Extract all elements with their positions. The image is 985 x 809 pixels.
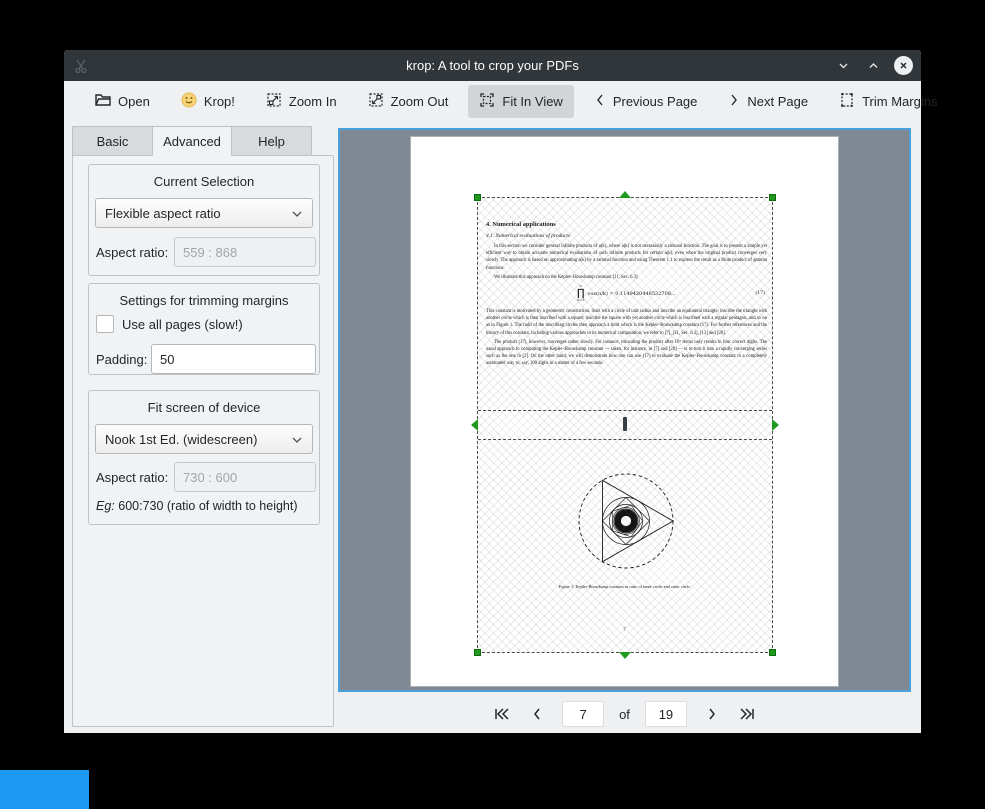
selection-handle-left[interactable] [471, 419, 478, 431]
current-selection-group: Current Selection Flexible aspect ratio … [88, 164, 320, 276]
trim-margins-icon [839, 92, 855, 111]
krop-label: Krop! [204, 94, 235, 109]
fit-in-view-icon [479, 92, 495, 111]
zoom-in-label: Zoom In [289, 94, 337, 109]
window-controls [834, 50, 913, 81]
chevron-right-icon [728, 93, 740, 110]
next-page-label: Next Page [747, 94, 808, 109]
selection-split-line[interactable] [478, 439, 772, 440]
app-window: krop: A tool to crop your PDFs [64, 50, 921, 733]
zoom-out-icon [368, 92, 384, 111]
krop-button[interactable]: Krop! [170, 85, 246, 118]
zoom-in-button[interactable]: Zoom In [255, 85, 348, 118]
crop-selection[interactable] [477, 197, 773, 653]
close-button close-icon[interactable] [894, 56, 913, 75]
selection-handle-top-right[interactable] [769, 194, 776, 201]
fit-in-view-label: Fit In View [502, 94, 562, 109]
dropdown-value: Nook 1st Ed. (widescreen) [105, 432, 257, 447]
current-page-input[interactable] [562, 701, 604, 727]
advanced-panel: Current Selection Flexible aspect ratio … [72, 155, 334, 727]
selection-handle-bottom[interactable] [619, 652, 631, 659]
trim-margins-label: Trim Margins [862, 94, 937, 109]
open-label: Open [118, 94, 150, 109]
of-label: of [619, 707, 630, 722]
device-dropdown[interactable]: Nook 1st Ed. (widescreen) [95, 424, 313, 454]
selection-handle-bottom-right[interactable] [769, 649, 776, 656]
open-button[interactable]: Open [84, 86, 161, 117]
taskbar-fragment[interactable] [0, 770, 89, 809]
selection-handle-top[interactable] [619, 191, 631, 198]
trim-settings-group: Settings for trimming margins Use all pa… [88, 283, 320, 375]
example-text: 600:730 (ratio of width to height) [115, 499, 298, 513]
trim-margins-button[interactable]: Trim Margins [828, 85, 948, 118]
previous-page-nav-button chevron-left-icon[interactable] [527, 703, 547, 725]
padding-label: Padding: [96, 352, 147, 367]
selection-split-line[interactable] [478, 410, 772, 411]
minimize-button chevron-down-icon[interactable] [834, 57, 852, 75]
group-title: Settings for trimming margins [89, 284, 319, 308]
zoom-in-icon [266, 92, 282, 111]
pdf-preview-area[interactable]: 4. Numerical applications 4.1. Numerical… [338, 128, 911, 692]
selection-center-handle[interactable] [623, 417, 627, 431]
fit-device-group: Fit screen of device Nook 1st Ed. (wides… [88, 390, 320, 525]
next-page-nav-button chevron-right-icon[interactable] [702, 703, 722, 725]
tab-basic[interactable]: Basic [72, 126, 152, 156]
group-title: Current Selection [89, 165, 319, 189]
main-content: Basic Advanced Help Current Selection Fl… [64, 122, 921, 733]
pdf-page: 4. Numerical applications 4.1. Numerical… [410, 136, 839, 687]
previous-page-button[interactable]: Previous Page [583, 86, 709, 117]
smiley-icon [181, 92, 197, 111]
device-aspect-label: Aspect ratio: [96, 470, 168, 485]
next-page-button[interactable]: Next Page [717, 86, 819, 117]
fit-in-view-button[interactable]: Fit In View [468, 85, 573, 118]
chevron-left-icon [594, 93, 606, 110]
first-page-button[interactable] [492, 703, 512, 725]
aspect-ratio-label: Aspect ratio: [96, 245, 168, 260]
toolbar: Open Krop! Zoom In Zoom Out [64, 81, 921, 122]
example-note: Eg: 600:730 (ratio of width to height) [96, 499, 298, 513]
tab-help[interactable]: Help [232, 126, 312, 156]
tab-advanced[interactable]: Advanced [152, 126, 232, 156]
selection-handle-bottom-left[interactable] [474, 649, 481, 656]
aspect-ratio-field [174, 237, 316, 267]
chevron-down-icon [291, 432, 303, 447]
zoom-out-button[interactable]: Zoom Out [357, 85, 460, 118]
scissors-icon [73, 58, 89, 74]
aspect-ratio-dropdown[interactable]: Flexible aspect ratio [95, 198, 313, 228]
zoom-out-label: Zoom Out [391, 94, 449, 109]
selection-handle-top-left[interactable] [474, 194, 481, 201]
use-all-pages-label: Use all pages (slow!) [122, 317, 243, 332]
previous-page-label: Previous Page [613, 94, 698, 109]
desktop: krop: A tool to crop your PDFs [0, 0, 985, 809]
chevron-down-icon [291, 206, 303, 221]
folder-open-icon [95, 93, 111, 110]
selection-handle-right[interactable] [772, 419, 779, 431]
total-pages-field[interactable] [645, 701, 687, 727]
last-page-button[interactable] [737, 703, 757, 725]
group-title: Fit screen of device [89, 391, 319, 415]
window-title: krop: A tool to crop your PDFs [64, 58, 921, 73]
tab-bar: Basic Advanced Help [72, 126, 312, 156]
device-aspect-field [174, 462, 316, 492]
use-all-pages-checkbox[interactable] [96, 315, 114, 333]
padding-input[interactable] [151, 344, 316, 374]
dropdown-value: Flexible aspect ratio [105, 206, 221, 221]
titlebar[interactable]: krop: A tool to crop your PDFs [64, 50, 921, 81]
page-navigation: of [338, 700, 911, 728]
example-prefix: Eg: [96, 499, 115, 513]
maximize-button chevron-up-icon[interactable] [864, 57, 882, 75]
